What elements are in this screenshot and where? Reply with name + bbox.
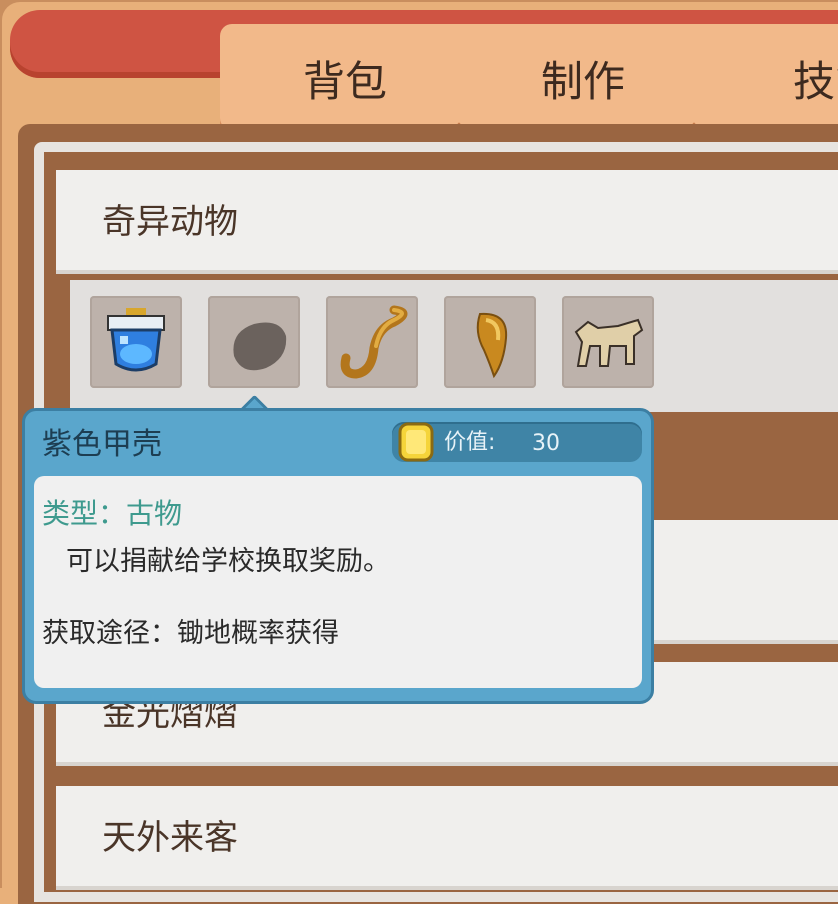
category-header-strange-animals[interactable]: 奇异动物: [56, 170, 838, 274]
item-slot[interactable]: [326, 296, 418, 388]
item-row: [70, 280, 838, 412]
item-slot-selected[interactable]: [208, 296, 300, 388]
category-label: 奇异动物: [102, 202, 238, 242]
category-label: 天外来客: [102, 818, 238, 858]
tab-skills[interactable]: 技能: [750, 24, 838, 136]
value-label: 价值:: [444, 430, 496, 455]
tab-crafting[interactable]: 制作: [498, 24, 668, 136]
purple-shell-icon: [233, 322, 287, 371]
golden-fang-icon: [476, 312, 508, 379]
tooltip-item-name: 紫色甲壳: [42, 427, 162, 462]
item-type: 类型：古物: [42, 497, 183, 530]
golden-hook-icon: [340, 305, 408, 379]
item-source: 获取途径：锄地概率获得: [42, 618, 339, 649]
tab-backpack[interactable]: 背包: [260, 24, 430, 136]
value-amount: 30: [532, 431, 560, 456]
item-slot[interactable]: [562, 296, 654, 388]
item-slot[interactable]: [90, 296, 182, 388]
blue-potion-jar-icon: [107, 308, 165, 372]
gold-coin-icon: [398, 422, 434, 462]
category-header-visitors[interactable]: 天外来客: [56, 786, 838, 890]
item-slot[interactable]: [444, 296, 536, 388]
item-description: 可以捐献给学校换取奖励。: [66, 546, 390, 577]
fossil-creature-icon: [574, 318, 644, 367]
tab-strip: 背包 制作 技能: [220, 24, 838, 136]
